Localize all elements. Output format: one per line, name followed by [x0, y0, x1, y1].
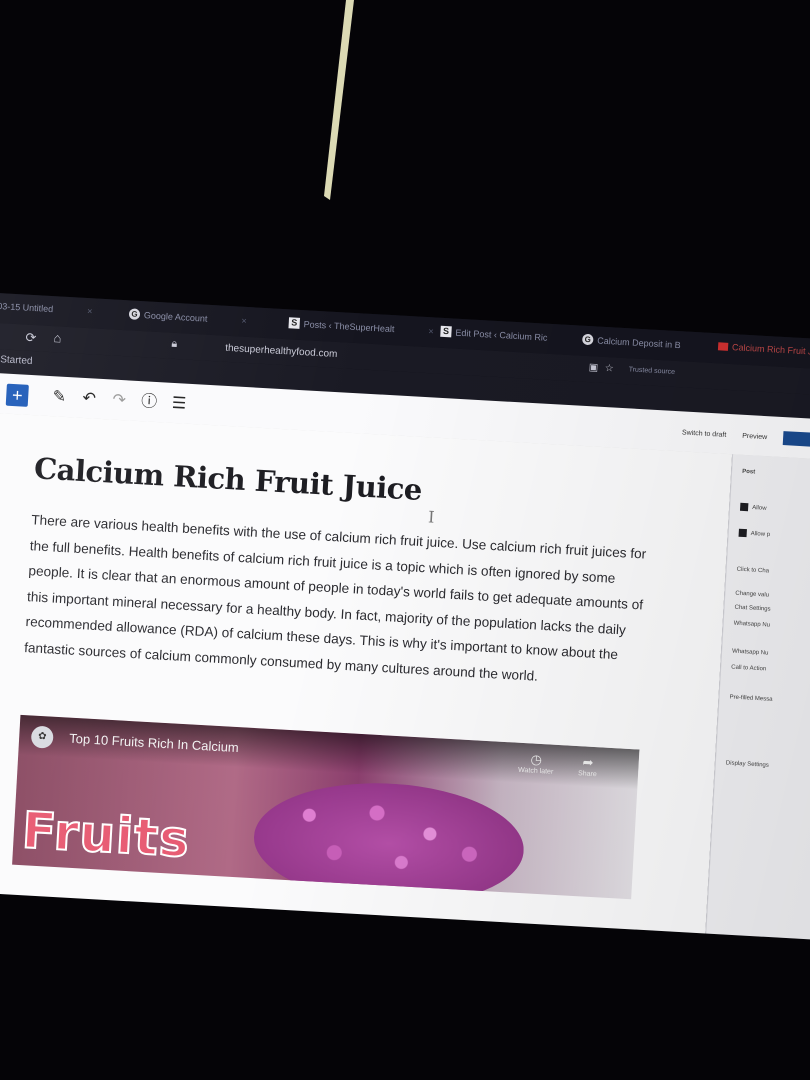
undo-icon[interactable]: ↶: [78, 388, 101, 411]
share-button[interactable]: ➦ Share: [578, 754, 598, 778]
preview-button[interactable]: Preview: [742, 432, 767, 440]
close-icon[interactable]: ×: [241, 315, 247, 325]
tab-label: Calcium Deposit in B: [597, 335, 681, 350]
checkbox-checked-icon[interactable]: [739, 502, 749, 512]
fruit-image: [250, 776, 527, 900]
close-icon[interactable]: ×: [87, 306, 93, 316]
sidebar-item-call-to-action[interactable]: Call to Action: [731, 665, 766, 673]
sidebar-item-label: Allow p: [750, 530, 771, 539]
sidebar-item-whatsapp-number-2[interactable]: Whatsapp Nu: [732, 649, 769, 657]
tab-untitled[interactable]: 03-15 Untitled ×: [0, 301, 93, 316]
monitor-screen: 03-15 Untitled × G Google Account × S Po…: [0, 262, 810, 952]
tab-label: Posts ‹ TheSuperHealt: [303, 318, 395, 334]
edit-icon[interactable]: ✎: [48, 386, 71, 409]
close-icon[interactable]: ×: [428, 326, 434, 336]
info-icon[interactable]: ⓘ: [137, 391, 160, 414]
sidebar-item-whatsapp-number[interactable]: Whatsapp Nu: [733, 621, 770, 629]
sidebar-tab-post[interactable]: Post: [742, 469, 755, 476]
tab-label: Calcium Rich Fruit Jui: [731, 342, 810, 357]
sidebar-item-change-value[interactable]: Change valu: [735, 591, 769, 599]
tab-label: Edit Post ‹ Calcium Ric: [455, 327, 548, 343]
sidebar-item-allow[interactable]: Allow: [739, 502, 767, 512]
thumbnail-text: Fruits: [19, 800, 192, 869]
top-actions: Switch to draft Preview: [682, 425, 810, 448]
sidebar-item-label: Allow: [751, 505, 767, 512]
publish-button[interactable]: [782, 431, 810, 448]
add-block-button[interactable]: +: [5, 383, 29, 407]
list-view-icon[interactable]: ☰: [167, 393, 190, 416]
url-field[interactable]: thesuperhealthyfood.com: [225, 343, 338, 360]
site-icon: S: [440, 325, 452, 338]
switch-to-draft-button[interactable]: Switch to draft: [682, 429, 727, 438]
checkbox-checked-icon[interactable]: [738, 528, 747, 538]
browser-window: 03-15 Untitled × G Google Account × S Po…: [0, 292, 810, 941]
sidebar-item-chat-settings[interactable]: Chat Settings: [734, 605, 770, 613]
star-icon[interactable]: ☆: [604, 363, 614, 374]
video-embed[interactable]: ✿ Top 10 Fruits Rich In Calcium ◷ Watch …: [12, 714, 640, 900]
tab-posts[interactable]: S Posts ‹ TheSuperHealt ×: [288, 317, 434, 336]
google-icon: G: [128, 308, 141, 320]
google-icon: G: [581, 333, 594, 346]
sidebar-item-click-to-chat[interactable]: Click to Cha: [737, 567, 770, 575]
tab-label: Google Account: [143, 309, 208, 324]
tab-edit-post[interactable]: S Edit Post ‹ Calcium Ric: [440, 325, 548, 343]
sidebar-item-prefilled-message[interactable]: Pre-filled Messa: [729, 694, 772, 702]
text-cursor-icon: I: [427, 507, 435, 527]
editor-content: Calcium Rich Fruit Juice I There are var…: [0, 411, 733, 934]
trusted-source-label[interactable]: Trusted source: [628, 366, 675, 376]
screen-reflection: [324, 0, 354, 200]
youtube-icon: [717, 342, 729, 351]
reader-icon[interactable]: ▣: [588, 362, 598, 374]
lock-icon: 🔒︎: [171, 337, 178, 351]
watch-later-button[interactable]: ◷ Watch later: [518, 751, 554, 775]
tab-google-account[interactable]: G Google Account ×: [128, 308, 247, 326]
sidebar-item-allow-p[interactable]: Allow p: [738, 528, 771, 539]
share-icon: ➦: [582, 754, 594, 770]
post-paragraph[interactable]: There are various health benefits with t…: [24, 507, 652, 694]
redo-icon[interactable]: ↷: [108, 389, 131, 412]
reload-icon[interactable]: ⟳: [25, 330, 37, 347]
tab-calcium-deposit[interactable]: G Calcium Deposit in B: [581, 333, 681, 350]
site-icon: S: [288, 317, 301, 329]
tab-label: 03-15 Untitled: [0, 300, 54, 315]
home-icon[interactable]: ⌂: [53, 330, 62, 345]
bookmark-started[interactable]: Started: [0, 354, 33, 367]
share-label: Share: [577, 770, 597, 779]
tab-youtube[interactable]: Calcium Rich Fruit Jui: [717, 341, 810, 357]
sidebar-item-display-settings[interactable]: Display Settings: [726, 760, 769, 768]
post-title[interactable]: Calcium Rich Fruit Juice: [33, 451, 423, 507]
clock-icon: ◷: [530, 751, 543, 768]
